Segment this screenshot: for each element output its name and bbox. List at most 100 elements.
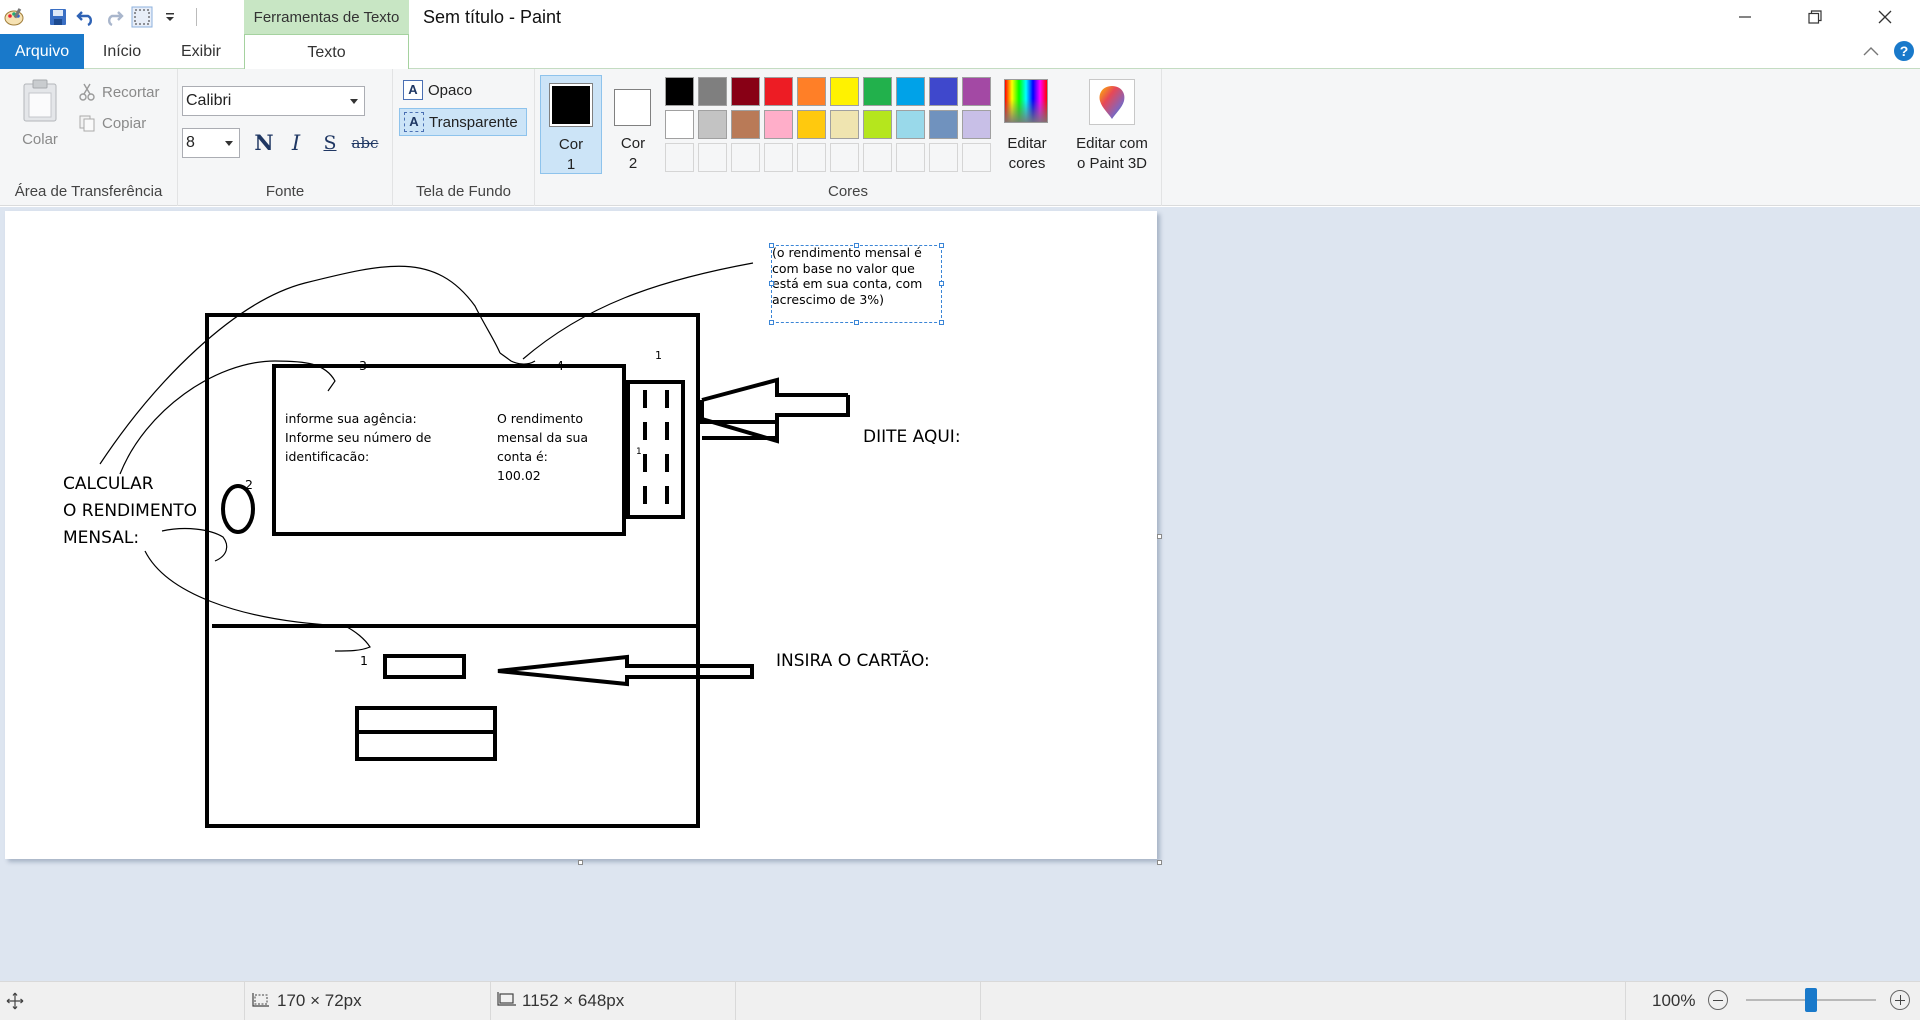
canvas-resize-handle-corner[interactable] xyxy=(1157,860,1162,865)
resize-handle[interactable] xyxy=(769,281,774,286)
font-size-select[interactable]: 8 xyxy=(182,128,240,158)
help-icon[interactable]: ? xyxy=(1894,41,1914,61)
palette-swatch[interactable] xyxy=(863,110,892,139)
zoom-slider[interactable] xyxy=(1746,988,1876,1012)
palette-swatch[interactable] xyxy=(962,143,991,172)
card-slot xyxy=(383,654,466,679)
save-icon[interactable] xyxy=(44,3,72,31)
italic-button[interactable]: I xyxy=(283,129,309,157)
restore-icon xyxy=(1808,10,1822,24)
tab-arquivo[interactable]: Arquivo xyxy=(0,34,84,69)
minimize-button[interactable] xyxy=(1710,0,1780,34)
palette-swatch[interactable] xyxy=(929,143,958,172)
cut-button[interactable]: Recortar xyxy=(78,81,160,103)
select-icon[interactable] xyxy=(128,3,156,31)
resize-handle[interactable] xyxy=(854,320,859,325)
status-divider xyxy=(244,982,245,1020)
redo-icon[interactable] xyxy=(100,3,128,31)
strikethrough-button[interactable]: abc xyxy=(348,129,382,157)
palette-swatch[interactable] xyxy=(830,77,859,106)
edit-paint3d-button[interactable]: Editar com o Paint 3D xyxy=(1064,75,1160,175)
edit-colors-button[interactable]: Editar cores xyxy=(997,75,1057,175)
palette-swatch[interactable] xyxy=(665,143,694,172)
color2-button[interactable]: Cor 2 xyxy=(606,75,660,174)
palette-swatch[interactable] xyxy=(665,77,694,106)
bold-button[interactable]: N xyxy=(251,129,277,157)
tab-exibir[interactable]: Exibir xyxy=(168,34,234,69)
resize-handle[interactable] xyxy=(854,243,859,248)
palette-swatch[interactable] xyxy=(896,143,925,172)
selection-size: 170 × 72px xyxy=(277,991,362,1010)
font-size-value: 8 xyxy=(186,134,195,151)
palette-swatch[interactable] xyxy=(698,143,727,172)
palette-swatch[interactable] xyxy=(830,143,859,172)
palette-swatch[interactable] xyxy=(797,110,826,139)
palette-swatch[interactable] xyxy=(665,110,694,139)
copy-label: Copiar xyxy=(102,114,147,132)
paint3d-group: Editar com o Paint 3D xyxy=(1062,69,1162,206)
palette-swatch[interactable] xyxy=(863,143,892,172)
palette-swatch[interactable] xyxy=(962,110,991,139)
palette-swatch[interactable] xyxy=(896,77,925,106)
zoom-out-button[interactable] xyxy=(1708,990,1728,1010)
opaque-option[interactable]: A Opaco xyxy=(399,77,527,103)
palette-swatch[interactable] xyxy=(731,77,760,106)
palette-swatch[interactable] xyxy=(929,77,958,106)
insert-card-label: INSIRA O CARTÃO: xyxy=(776,651,930,671)
palette-swatch[interactable] xyxy=(698,77,727,106)
palette-swatch[interactable] xyxy=(797,143,826,172)
resize-handle[interactable] xyxy=(769,320,774,325)
palette-swatch[interactable] xyxy=(764,110,793,139)
palette-swatch[interactable] xyxy=(929,110,958,139)
zoom-slider-thumb[interactable] xyxy=(1805,988,1817,1012)
palette-swatch[interactable] xyxy=(863,77,892,106)
label-2: 2 xyxy=(245,477,253,492)
tab-inicio[interactable]: Início xyxy=(90,34,154,69)
font-family-select[interactable]: Calibri xyxy=(182,86,365,116)
palette-swatch[interactable] xyxy=(698,110,727,139)
zoom-in-button[interactable] xyxy=(1890,990,1910,1010)
paste-button[interactable]: Colar xyxy=(10,77,70,157)
paint-app-icon[interactable] xyxy=(0,3,28,31)
palette-swatch[interactable] xyxy=(962,77,991,106)
underline-button[interactable]: S xyxy=(317,129,343,157)
selection-size-icon xyxy=(250,992,270,1015)
customize-qat-icon[interactable] xyxy=(156,3,184,31)
svg-text:1: 1 xyxy=(636,447,642,457)
palette-swatch[interactable] xyxy=(896,110,925,139)
transparent-icon: A xyxy=(404,112,424,132)
background-group: A Opaco A Transparente Tela de Fundo xyxy=(393,69,535,206)
paste-label: Colar xyxy=(22,131,58,148)
palette-swatch[interactable] xyxy=(731,143,760,172)
color1-button[interactable]: Cor 1 xyxy=(540,75,602,174)
palette-swatch[interactable] xyxy=(764,143,793,172)
palette-swatch[interactable] xyxy=(830,110,859,139)
opaque-icon: A xyxy=(403,80,423,100)
restore-button[interactable] xyxy=(1780,0,1850,34)
close-button[interactable] xyxy=(1850,0,1920,34)
copy-button[interactable]: Copiar xyxy=(78,112,146,134)
transparent-option[interactable]: A Transparente xyxy=(399,108,527,136)
canvas-resize-handle-bottom[interactable] xyxy=(578,860,583,865)
resize-handle[interactable] xyxy=(939,243,944,248)
image-size-icon xyxy=(495,991,517,1014)
tab-texto[interactable]: Texto xyxy=(244,34,409,70)
font-group-label: Fonte xyxy=(265,183,305,200)
arrow-to-card xyxy=(497,654,754,687)
resize-handle[interactable] xyxy=(769,243,774,248)
drawing-canvas[interactable]: 1 1 (o rendimento mensal é com base no v… xyxy=(5,211,1157,859)
canvas-workspace: 1 1 (o rendimento mensal é com base no v… xyxy=(0,207,1920,981)
collapse-ribbon-icon[interactable] xyxy=(1862,44,1880,62)
undo-icon[interactable] xyxy=(72,3,100,31)
context-tab-header: Ferramentas de Texto xyxy=(244,0,409,34)
text-selection-box[interactable] xyxy=(769,243,944,325)
palette-swatch[interactable] xyxy=(764,77,793,106)
ribbon-tabs: Arquivo Início Exibir Texto ? xyxy=(0,34,1920,70)
canvas-resize-handle-right[interactable] xyxy=(1157,534,1162,539)
color1-swatch xyxy=(552,86,590,124)
palette-swatch[interactable] xyxy=(797,77,826,106)
resize-handle[interactable] xyxy=(939,320,944,325)
resize-handle[interactable] xyxy=(939,281,944,286)
palette-swatch[interactable] xyxy=(731,110,760,139)
chevron-down-icon xyxy=(225,141,233,146)
